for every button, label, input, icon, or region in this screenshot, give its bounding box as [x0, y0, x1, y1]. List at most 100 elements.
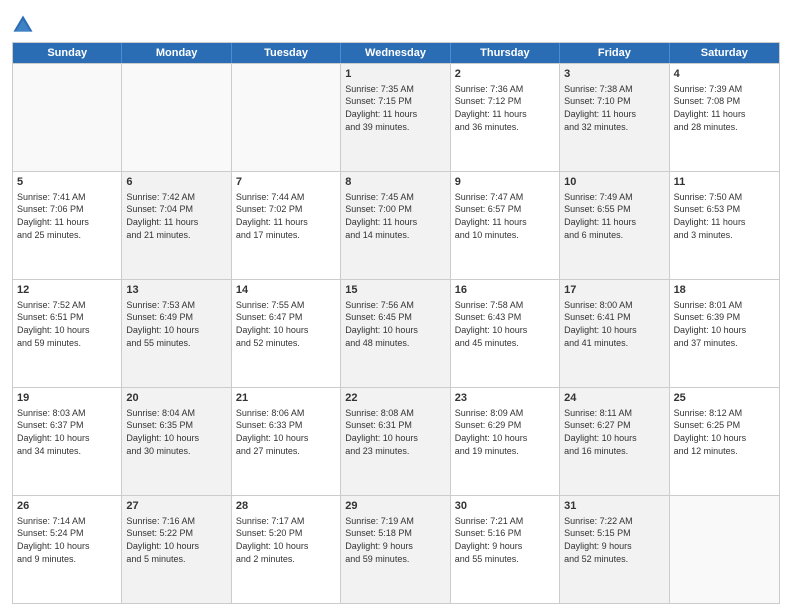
day-info: Sunrise: 7:53 AMSunset: 6:49 PMDaylight:… — [126, 299, 226, 349]
calendar-day-23: 23Sunrise: 8:09 AMSunset: 6:29 PMDayligh… — [451, 388, 560, 495]
day-number: 24 — [564, 391, 664, 406]
day-info: Sunrise: 8:06 AMSunset: 6:33 PMDaylight:… — [236, 407, 336, 457]
day-info: Sunrise: 7:56 AMSunset: 6:45 PMDaylight:… — [345, 299, 445, 349]
calendar-day-7: 7Sunrise: 7:44 AMSunset: 7:02 PMDaylight… — [232, 172, 341, 279]
day-number: 23 — [455, 391, 555, 406]
page-container: SundayMondayTuesdayWednesdayThursdayFrid… — [0, 0, 792, 612]
day-info: Sunrise: 7:41 AMSunset: 7:06 PMDaylight:… — [17, 191, 117, 241]
day-number: 26 — [17, 499, 117, 514]
day-number: 1 — [345, 67, 445, 82]
calendar-day-21: 21Sunrise: 8:06 AMSunset: 6:33 PMDayligh… — [232, 388, 341, 495]
calendar-row-1: 1Sunrise: 7:35 AMSunset: 7:15 PMDaylight… — [13, 63, 779, 171]
day-info: Sunrise: 7:58 AMSunset: 6:43 PMDaylight:… — [455, 299, 555, 349]
calendar-day-27: 27Sunrise: 7:16 AMSunset: 5:22 PMDayligh… — [122, 496, 231, 603]
calendar-day-6: 6Sunrise: 7:42 AMSunset: 7:04 PMDaylight… — [122, 172, 231, 279]
day-info: Sunrise: 7:22 AMSunset: 5:15 PMDaylight:… — [564, 515, 664, 565]
day-number: 27 — [126, 499, 226, 514]
day-number: 14 — [236, 283, 336, 298]
calendar-day-28: 28Sunrise: 7:17 AMSunset: 5:20 PMDayligh… — [232, 496, 341, 603]
day-number: 10 — [564, 175, 664, 190]
day-info: Sunrise: 8:08 AMSunset: 6:31 PMDaylight:… — [345, 407, 445, 457]
calendar-day-12: 12Sunrise: 7:52 AMSunset: 6:51 PMDayligh… — [13, 280, 122, 387]
calendar-day-17: 17Sunrise: 8:00 AMSunset: 6:41 PMDayligh… — [560, 280, 669, 387]
day-number: 2 — [455, 67, 555, 82]
calendar-day-16: 16Sunrise: 7:58 AMSunset: 6:43 PMDayligh… — [451, 280, 560, 387]
calendar-day-8: 8Sunrise: 7:45 AMSunset: 7:00 PMDaylight… — [341, 172, 450, 279]
calendar-row-5: 26Sunrise: 7:14 AMSunset: 5:24 PMDayligh… — [13, 495, 779, 603]
day-number: 8 — [345, 175, 445, 190]
day-info: Sunrise: 7:55 AMSunset: 6:47 PMDaylight:… — [236, 299, 336, 349]
day-number: 3 — [564, 67, 664, 82]
logo — [12, 14, 38, 36]
day-info: Sunrise: 8:11 AMSunset: 6:27 PMDaylight:… — [564, 407, 664, 457]
day-header-tuesday: Tuesday — [232, 43, 341, 63]
calendar-day-24: 24Sunrise: 8:11 AMSunset: 6:27 PMDayligh… — [560, 388, 669, 495]
day-info: Sunrise: 8:03 AMSunset: 6:37 PMDaylight:… — [17, 407, 117, 457]
calendar-day-2: 2Sunrise: 7:36 AMSunset: 7:12 PMDaylight… — [451, 64, 560, 171]
calendar-row-3: 12Sunrise: 7:52 AMSunset: 6:51 PMDayligh… — [13, 279, 779, 387]
calendar-day-13: 13Sunrise: 7:53 AMSunset: 6:49 PMDayligh… — [122, 280, 231, 387]
calendar-day-10: 10Sunrise: 7:49 AMSunset: 6:55 PMDayligh… — [560, 172, 669, 279]
day-number: 22 — [345, 391, 445, 406]
day-number: 21 — [236, 391, 336, 406]
day-info: Sunrise: 7:39 AMSunset: 7:08 PMDaylight:… — [674, 83, 775, 133]
day-info: Sunrise: 7:45 AMSunset: 7:00 PMDaylight:… — [345, 191, 445, 241]
day-number: 31 — [564, 499, 664, 514]
day-header-friday: Friday — [560, 43, 669, 63]
day-number: 20 — [126, 391, 226, 406]
day-info: Sunrise: 7:14 AMSunset: 5:24 PMDaylight:… — [17, 515, 117, 565]
calendar-day-4: 4Sunrise: 7:39 AMSunset: 7:08 PMDaylight… — [670, 64, 779, 171]
calendar-day-5: 5Sunrise: 7:41 AMSunset: 7:06 PMDaylight… — [13, 172, 122, 279]
calendar-empty-cell — [232, 64, 341, 171]
day-number: 18 — [674, 283, 775, 298]
calendar-day-22: 22Sunrise: 8:08 AMSunset: 6:31 PMDayligh… — [341, 388, 450, 495]
calendar-empty-cell — [13, 64, 122, 171]
day-number: 12 — [17, 283, 117, 298]
calendar-day-25: 25Sunrise: 8:12 AMSunset: 6:25 PMDayligh… — [670, 388, 779, 495]
calendar-header: SundayMondayTuesdayWednesdayThursdayFrid… — [13, 43, 779, 63]
calendar-day-29: 29Sunrise: 7:19 AMSunset: 5:18 PMDayligh… — [341, 496, 450, 603]
day-info: Sunrise: 8:01 AMSunset: 6:39 PMDaylight:… — [674, 299, 775, 349]
day-header-monday: Monday — [122, 43, 231, 63]
day-header-thursday: Thursday — [451, 43, 560, 63]
calendar-day-14: 14Sunrise: 7:55 AMSunset: 6:47 PMDayligh… — [232, 280, 341, 387]
day-number: 9 — [455, 175, 555, 190]
day-info: Sunrise: 7:50 AMSunset: 6:53 PMDaylight:… — [674, 191, 775, 241]
calendar-day-30: 30Sunrise: 7:21 AMSunset: 5:16 PMDayligh… — [451, 496, 560, 603]
calendar-day-26: 26Sunrise: 7:14 AMSunset: 5:24 PMDayligh… — [13, 496, 122, 603]
day-info: Sunrise: 8:09 AMSunset: 6:29 PMDaylight:… — [455, 407, 555, 457]
day-info: Sunrise: 7:47 AMSunset: 6:57 PMDaylight:… — [455, 191, 555, 241]
calendar-body: 1Sunrise: 7:35 AMSunset: 7:15 PMDaylight… — [13, 63, 779, 603]
day-number: 4 — [674, 67, 775, 82]
day-number: 25 — [674, 391, 775, 406]
day-number: 7 — [236, 175, 336, 190]
day-header-saturday: Saturday — [670, 43, 779, 63]
day-number: 30 — [455, 499, 555, 514]
day-header-sunday: Sunday — [13, 43, 122, 63]
page-header — [12, 10, 780, 36]
day-number: 28 — [236, 499, 336, 514]
day-number: 29 — [345, 499, 445, 514]
calendar: SundayMondayTuesdayWednesdayThursdayFrid… — [12, 42, 780, 604]
day-number: 17 — [564, 283, 664, 298]
day-number: 5 — [17, 175, 117, 190]
day-number: 15 — [345, 283, 445, 298]
calendar-row-4: 19Sunrise: 8:03 AMSunset: 6:37 PMDayligh… — [13, 387, 779, 495]
day-info: Sunrise: 8:04 AMSunset: 6:35 PMDaylight:… — [126, 407, 226, 457]
day-number: 13 — [126, 283, 226, 298]
calendar-day-19: 19Sunrise: 8:03 AMSunset: 6:37 PMDayligh… — [13, 388, 122, 495]
calendar-day-15: 15Sunrise: 7:56 AMSunset: 6:45 PMDayligh… — [341, 280, 450, 387]
calendar-empty-cell — [122, 64, 231, 171]
day-number: 11 — [674, 175, 775, 190]
calendar-empty-cell — [670, 496, 779, 603]
day-info: Sunrise: 7:16 AMSunset: 5:22 PMDaylight:… — [126, 515, 226, 565]
day-info: Sunrise: 7:49 AMSunset: 6:55 PMDaylight:… — [564, 191, 664, 241]
calendar-day-20: 20Sunrise: 8:04 AMSunset: 6:35 PMDayligh… — [122, 388, 231, 495]
calendar-day-9: 9Sunrise: 7:47 AMSunset: 6:57 PMDaylight… — [451, 172, 560, 279]
logo-icon — [12, 14, 34, 36]
day-info: Sunrise: 7:17 AMSunset: 5:20 PMDaylight:… — [236, 515, 336, 565]
day-info: Sunrise: 7:44 AMSunset: 7:02 PMDaylight:… — [236, 191, 336, 241]
calendar-day-18: 18Sunrise: 8:01 AMSunset: 6:39 PMDayligh… — [670, 280, 779, 387]
day-header-wednesday: Wednesday — [341, 43, 450, 63]
calendar-day-11: 11Sunrise: 7:50 AMSunset: 6:53 PMDayligh… — [670, 172, 779, 279]
